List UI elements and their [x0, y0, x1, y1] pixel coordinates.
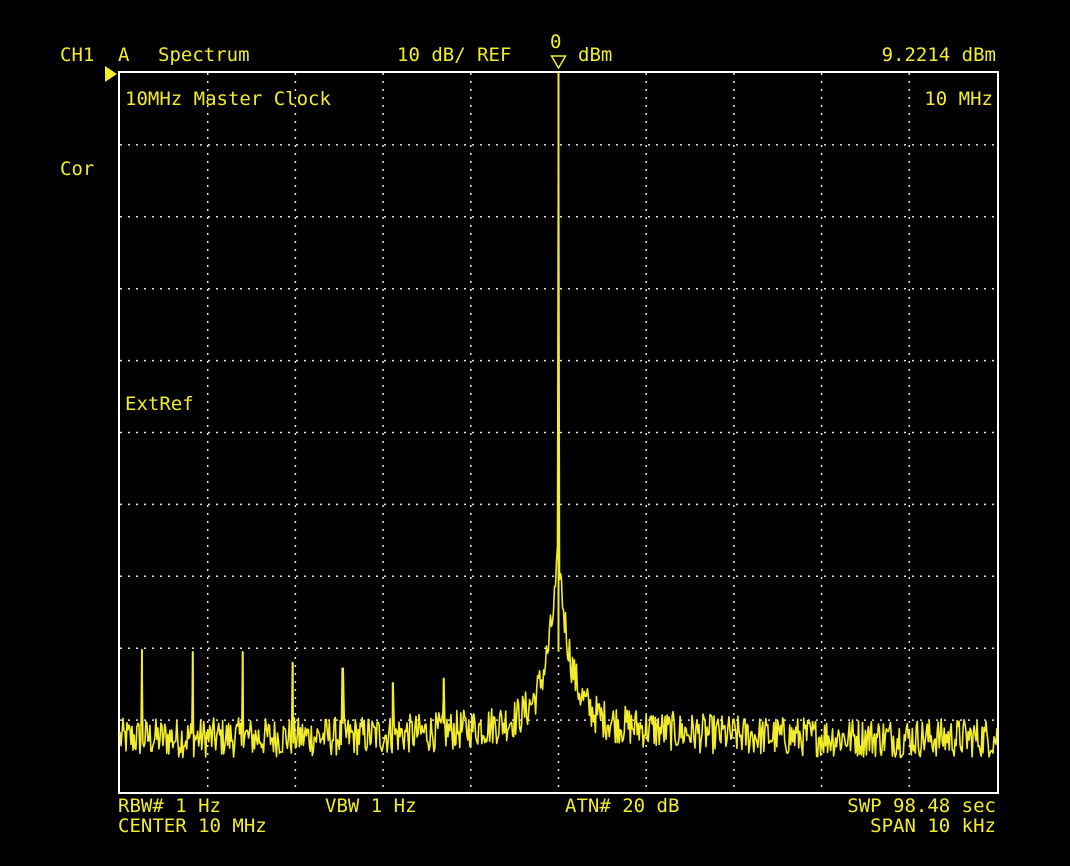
marker-frequency: 10 MHz [924, 88, 993, 110]
rbw-label: RBW# 1 Hz [118, 795, 221, 817]
ref-level-unit: dBm [578, 44, 612, 66]
center-frequency-label: CENTER 10 MHz [118, 815, 267, 837]
atn-label: ATN# 20 dB [565, 795, 679, 817]
span-label: SPAN 10 kHz [870, 815, 996, 837]
scale-label: 10 dB/ REF [397, 44, 511, 66]
vbw-label: VBW 1 Hz [325, 795, 417, 817]
trace-label: A [118, 44, 130, 66]
marker-readout: 9.2214 dBm [882, 44, 996, 66]
spectrum-analyzer-screen: CH1 A Spectrum 10 dB/ REF 0 dBm 9.2214 d… [0, 0, 1070, 866]
ext-ref-annotation: ExtRef [125, 393, 194, 415]
ref-level-value: 0 [550, 31, 561, 53]
title-annotation: 10MHz Master Clock [125, 88, 331, 110]
spectrum-plot: CH1 A Spectrum 10 dB/ REF 0 dBm 9.2214 d… [0, 0, 1070, 866]
sweep-time-label: SWP 98.48 sec [847, 795, 996, 817]
mode-label: Spectrum [158, 44, 250, 66]
channel-label: CH1 [60, 44, 94, 66]
correction-label: Cor [60, 158, 94, 180]
